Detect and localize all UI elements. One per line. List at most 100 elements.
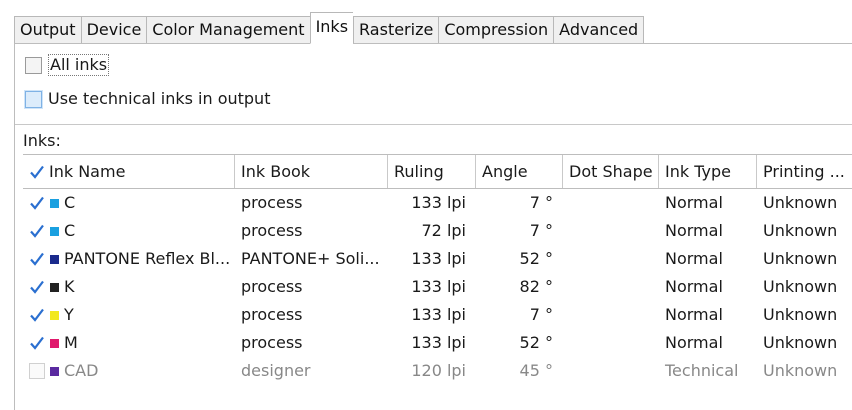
- ink-book: process: [241, 333, 303, 352]
- ink-type: Normal: [665, 305, 723, 324]
- ink-angle: 7 °: [529, 221, 553, 240]
- ink-printing: Unknown: [763, 193, 838, 212]
- column-header-label: Ruling: [394, 161, 444, 181]
- ink-ruling: 120 lpi: [411, 361, 466, 380]
- tab-rasterize[interactable]: Rasterize: [353, 16, 439, 44]
- ink-enabled-checkbox[interactable]: [29, 195, 45, 211]
- ink-color-swatch-icon: [50, 282, 59, 292]
- technical-inks-label[interactable]: Use technical inks in output: [48, 89, 270, 109]
- ink-ruling: 72 lpi: [421, 221, 467, 240]
- ink-printing: Unknown: [763, 249, 838, 268]
- ink-color-swatch-icon: [50, 226, 59, 236]
- column-header-label: Printing ...: [763, 161, 845, 181]
- table-row[interactable]: CAD designer 120 lpi 45 ° Technical Unknown: [23, 357, 852, 385]
- ink-dot-shape: [563, 357, 659, 385]
- all-inks-label[interactable]: All inks: [48, 54, 110, 76]
- column-header-5[interactable]: Ink Type: [659, 155, 757, 188]
- column-header-6[interactable]: Printing ...: [757, 155, 852, 188]
- ink-dot-shape: [563, 245, 659, 273]
- ink-type: Normal: [665, 277, 723, 296]
- ink-color-swatch-icon: [50, 310, 59, 320]
- ink-angle: 52 °: [519, 249, 553, 268]
- ink-angle: 52 °: [519, 333, 553, 352]
- table-row[interactable]: PANTONE Reflex Bl... PANTONE+ Soli... 133 …: [23, 245, 852, 273]
- column-header-label: Dot Shape: [569, 161, 653, 181]
- table-row[interactable]: Mprocess 133 lpi 52 ° Normal Unknown: [23, 329, 852, 357]
- ink-book: PANTONE+ Soli...: [241, 249, 380, 268]
- ink-name: PANTONE Reflex Bl...: [64, 249, 231, 268]
- ink-enabled-checkbox[interactable]: [29, 251, 45, 267]
- tab-bar-baseline: [14, 43, 852, 44]
- inks-table-body: Cprocess 133 lpi 7 ° Normal Unknown Cprocess 7…: [23, 189, 852, 385]
- ink-dot-shape: [563, 301, 659, 329]
- ink-enabled-checkbox[interactable]: [29, 363, 45, 379]
- all-inks-option[interactable]: All inks: [25, 54, 110, 76]
- ink-name: Y: [64, 305, 74, 324]
- ink-book: process: [241, 305, 303, 324]
- ink-enabled-checkbox[interactable]: [29, 223, 45, 239]
- column-header-0[interactable]: Ink Name: [23, 155, 235, 188]
- ink-name: C: [64, 221, 76, 240]
- table-row[interactable]: Cprocess 133 lpi 7 ° Normal Unknown: [23, 189, 852, 217]
- ink-dot-shape: [563, 217, 659, 245]
- ink-printing: Unknown: [763, 333, 838, 352]
- ink-enabled-checkbox[interactable]: [29, 279, 45, 295]
- divider: [15, 124, 852, 125]
- ink-color-swatch-icon: [50, 254, 59, 264]
- ink-printing: Unknown: [763, 277, 838, 296]
- ink-ruling: 133 lpi: [411, 277, 466, 296]
- ink-book: process: [241, 221, 303, 240]
- tab-bar: Output Device Color Management Inks Rasteriz…: [14, 12, 645, 44]
- technical-inks-checkbox[interactable]: [25, 90, 42, 108]
- tab-compression[interactable]: Compression: [438, 16, 554, 44]
- ink-name: C: [64, 193, 76, 212]
- ink-dot-shape: [563, 273, 659, 301]
- ink-type: Normal: [665, 193, 723, 212]
- ink-dot-shape: [563, 329, 659, 357]
- ink-color-swatch-icon: [50, 366, 59, 376]
- ink-enabled-checkbox[interactable]: [29, 335, 45, 351]
- ink-angle: 82 °: [519, 277, 553, 296]
- ink-type: Normal: [665, 333, 723, 352]
- column-header-2[interactable]: Ruling: [388, 155, 476, 188]
- ink-ruling: 133 lpi: [411, 333, 466, 352]
- column-header-1[interactable]: Ink Book: [235, 155, 388, 188]
- inks-table: Ink Name Ink Book Ruling Angle Dot Shape Ink …: [23, 154, 852, 385]
- column-header-label: Angle: [482, 161, 528, 181]
- ink-enabled-checkbox[interactable]: [29, 307, 45, 323]
- ink-type: Technical: [665, 361, 739, 380]
- ink-book: designer: [241, 361, 311, 380]
- ink-ruling: 133 lpi: [411, 193, 466, 212]
- ink-angle: 7 °: [529, 193, 553, 212]
- ink-ruling: 133 lpi: [411, 249, 466, 268]
- tab-inks[interactable]: Inks: [309, 12, 354, 44]
- all-inks-checkbox[interactable]: [25, 56, 42, 74]
- technical-inks-option[interactable]: Use technical inks in output: [25, 89, 270, 109]
- tab-device[interactable]: Device: [80, 16, 147, 44]
- ink-name: CAD: [64, 361, 99, 380]
- tab-advanced[interactable]: Advanced: [553, 16, 645, 44]
- table-row[interactable]: Cprocess 72 lpi 7 ° Normal Unknown: [23, 217, 852, 245]
- ink-name: M: [64, 333, 78, 352]
- tab-output[interactable]: Output: [14, 16, 81, 44]
- column-header-label: Ink Type: [665, 161, 731, 181]
- select-all-checkbox-icon[interactable]: [29, 164, 45, 180]
- tab-color-management[interactable]: Color Management: [146, 16, 310, 44]
- ink-angle: 45 °: [519, 361, 553, 380]
- column-header-4[interactable]: Dot Shape: [563, 155, 659, 188]
- column-header-3[interactable]: Angle: [476, 155, 563, 188]
- ink-angle: 7 °: [529, 305, 553, 324]
- ink-type: Normal: [665, 249, 723, 268]
- column-header-label: Ink Name: [49, 161, 126, 181]
- ink-color-swatch-icon: [50, 198, 59, 208]
- table-row[interactable]: Yprocess 133 lpi 7 ° Normal Unknown: [23, 301, 852, 329]
- ink-printing: Unknown: [763, 221, 838, 240]
- table-row[interactable]: Kprocess 133 lpi 82 ° Normal Unknown: [23, 273, 852, 301]
- ink-ruling: 133 lpi: [411, 305, 466, 324]
- ink-book: process: [241, 277, 303, 296]
- ink-printing: Unknown: [763, 361, 838, 380]
- ink-name: K: [64, 277, 75, 296]
- ink-printing: Unknown: [763, 305, 838, 324]
- inks-table-header: Ink Name Ink Book Ruling Angle Dot Shape Ink …: [23, 154, 852, 189]
- ink-color-swatch-icon: [50, 338, 59, 348]
